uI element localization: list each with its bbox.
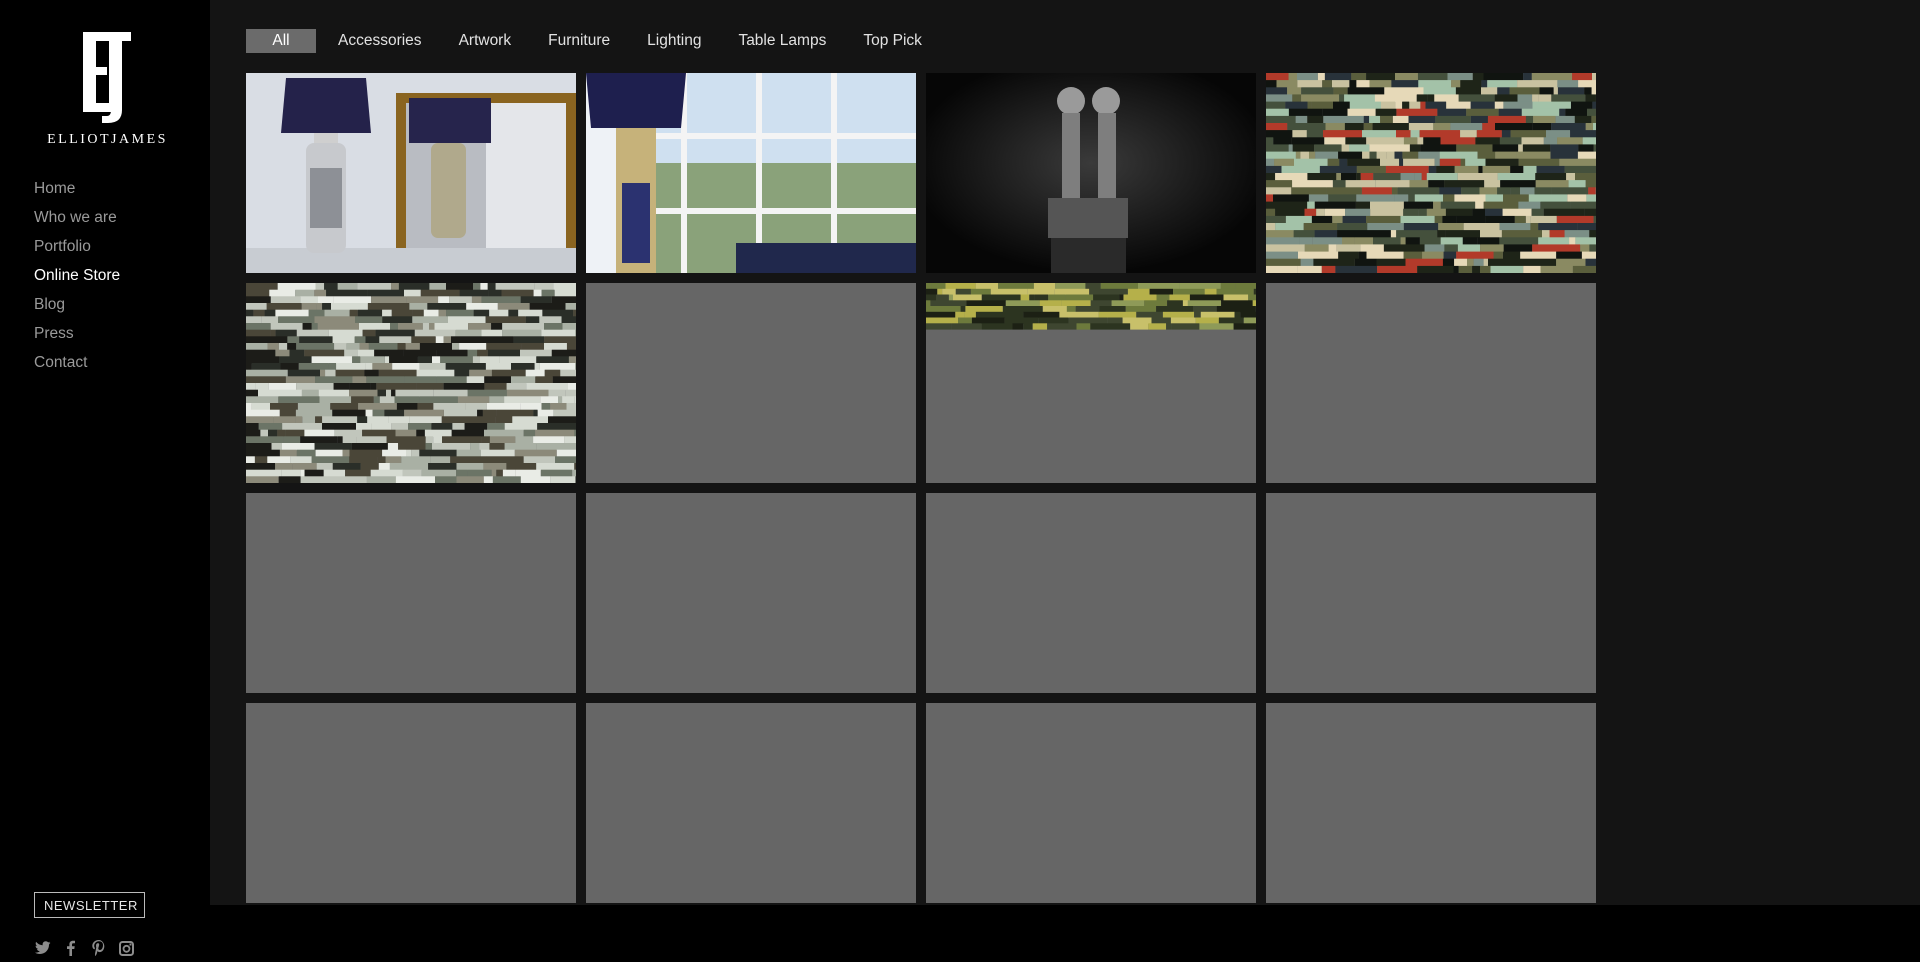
- product-grid: [246, 73, 1596, 903]
- main-navigation: Home Who we are Portfolio Online Store Blog P…: [34, 174, 120, 377]
- pinterest-icon[interactable]: [90, 940, 107, 956]
- filter-tab-artwork[interactable]: Artwork: [443, 29, 528, 53]
- social-links: [34, 940, 135, 956]
- product-tile-placeholder[interactable]: [1266, 283, 1596, 483]
- category-filter-bar: All Accessories Artwork Furniture Lighting Ta…: [246, 29, 943, 53]
- product-tile-placeholder[interactable]: [246, 493, 576, 693]
- filter-tab-accessories[interactable]: Accessories: [322, 29, 438, 53]
- nav-item-press[interactable]: Press: [34, 319, 120, 348]
- product-tile-placeholder[interactable]: [926, 283, 1256, 483]
- footer-strip: [210, 905, 1920, 962]
- instagram-icon[interactable]: [118, 940, 135, 956]
- product-tile-abstract-art-colour[interactable]: [1266, 73, 1596, 273]
- brand-wordmark: ELLIOTJAMES: [47, 132, 168, 147]
- product-tile-lamp-window[interactable]: [586, 73, 916, 273]
- product-tile-placeholder[interactable]: [1266, 703, 1596, 903]
- newsletter-button[interactable]: NEWSLETTER: [34, 892, 145, 918]
- facebook-icon[interactable]: [62, 940, 79, 956]
- filter-tab-top-pick[interactable]: Top Pick: [847, 29, 938, 53]
- nav-item-blog[interactable]: Blog: [34, 290, 120, 319]
- filter-tab-lighting[interactable]: Lighting: [631, 29, 717, 53]
- product-tile-twin-lamp-sculpture[interactable]: [926, 73, 1256, 273]
- nav-item-portfolio[interactable]: Portfolio: [34, 232, 120, 261]
- product-tile-placeholder[interactable]: [926, 703, 1256, 903]
- filter-tab-furniture[interactable]: Furniture: [532, 29, 626, 53]
- filter-tab-all[interactable]: All: [246, 29, 316, 53]
- store-content: All Accessories Artwork Furniture Lighting Ta…: [210, 0, 1920, 905]
- nav-item-contact[interactable]: Contact: [34, 348, 120, 377]
- nav-item-home[interactable]: Home: [34, 174, 120, 203]
- product-tile-placeholder[interactable]: [586, 493, 916, 693]
- product-tile-table-lamps-mirror[interactable]: [246, 73, 576, 273]
- product-tile-placeholder[interactable]: [246, 703, 576, 903]
- twitter-icon[interactable]: [34, 940, 51, 956]
- product-tile-placeholder[interactable]: [586, 283, 916, 483]
- sidebar: ELLIOTJAMES Home Who we are Portfolio Onlin…: [0, 0, 210, 962]
- monogram-logo: [80, 30, 135, 125]
- product-tile-placeholder[interactable]: [586, 703, 916, 903]
- nav-item-online-store[interactable]: Online Store: [34, 261, 120, 290]
- product-tile-placeholder[interactable]: [1266, 493, 1596, 693]
- brand-logo[interactable]: ELLIOTJAMES: [40, 30, 175, 150]
- product-tile-placeholder[interactable]: [926, 493, 1256, 693]
- nav-item-who-we-are[interactable]: Who we are: [34, 203, 120, 232]
- product-tile-abstract-art-grey[interactable]: [246, 283, 576, 483]
- filter-tab-table-lamps[interactable]: Table Lamps: [722, 29, 842, 53]
